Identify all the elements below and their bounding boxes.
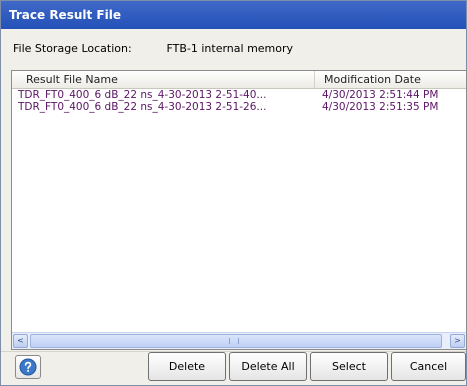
column-header-modification-date[interactable]: Modification Date xyxy=(315,71,466,88)
select-button[interactable]: Select xyxy=(310,352,388,381)
scroll-right-icon[interactable]: > xyxy=(450,334,465,348)
help-button[interactable] xyxy=(15,355,41,379)
storage-location-label: File Storage Location: xyxy=(13,42,132,55)
modification-date-cell: 4/30/2013 2:51:44 PM xyxy=(322,89,439,101)
delete-all-button[interactable]: Delete All xyxy=(229,352,307,381)
delete-button[interactable]: Delete xyxy=(148,352,226,381)
dialog-title: Trace Result File xyxy=(1,1,466,29)
file-name-cell: TDR_FT0_400_6 dB_22 ns_4-30-2013 2-51-26… xyxy=(18,101,267,113)
column-header-file-name[interactable]: Result File Name xyxy=(12,71,315,88)
horizontal-scrollbar[interactable]: < > xyxy=(12,332,466,349)
grip-icon xyxy=(229,338,239,344)
file-name-cell: TDR_FT0_400_6 dB_22 ns_4-30-2013 2-51-40… xyxy=(18,89,267,101)
table-row[interactable]: TDR_FT0_400_6 dB_22 ns_4-30-2013 2-51-26… xyxy=(12,101,466,113)
cancel-button[interactable]: Cancel xyxy=(391,352,466,381)
scroll-left-icon[interactable]: < xyxy=(13,334,28,348)
result-file-list[interactable]: Result File Name Modification Date TDR_F… xyxy=(11,70,467,350)
trace-result-file-dialog: Trace Result File File Storage Location:… xyxy=(0,0,467,386)
storage-location: File Storage Location: FTB-1 internal me… xyxy=(13,41,293,57)
modification-date-cell: 4/30/2013 2:51:35 PM xyxy=(322,101,439,113)
storage-location-value: FTB-1 internal memory xyxy=(166,42,294,55)
help-icon xyxy=(19,358,37,376)
scrollbar-thumb[interactable] xyxy=(30,334,442,348)
list-header: Result File Name Modification Date xyxy=(12,71,466,89)
table-row[interactable]: TDR_FT0_400_6 dB_22 ns_4-30-2013 2-51-40… xyxy=(12,89,466,101)
